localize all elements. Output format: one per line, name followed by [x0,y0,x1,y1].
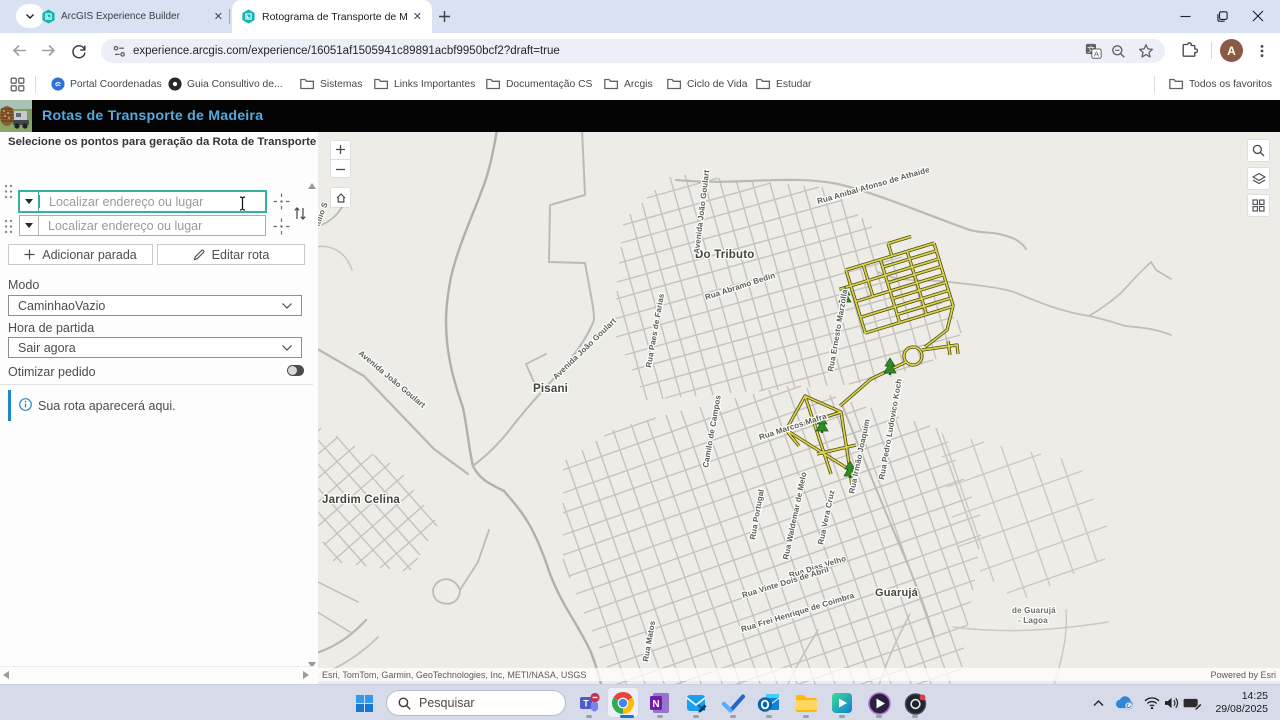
svg-text:A: A [1094,49,1100,58]
svg-text:Guarujá: Guarujá [875,587,919,599]
svg-text:T: T [583,698,589,708]
svg-text:Jardim Celina: Jardim Celina [322,494,400,506]
svg-text:de Guarujá: de Guarujá [1012,606,1056,615]
svg-text:- Lagoa: - Lagoa [1018,616,1048,625]
svg-text:Do Tributo: Do Tributo [695,249,755,261]
svg-text:Pisani: Pisani [533,383,568,395]
svg-text:N: N [652,699,659,710]
